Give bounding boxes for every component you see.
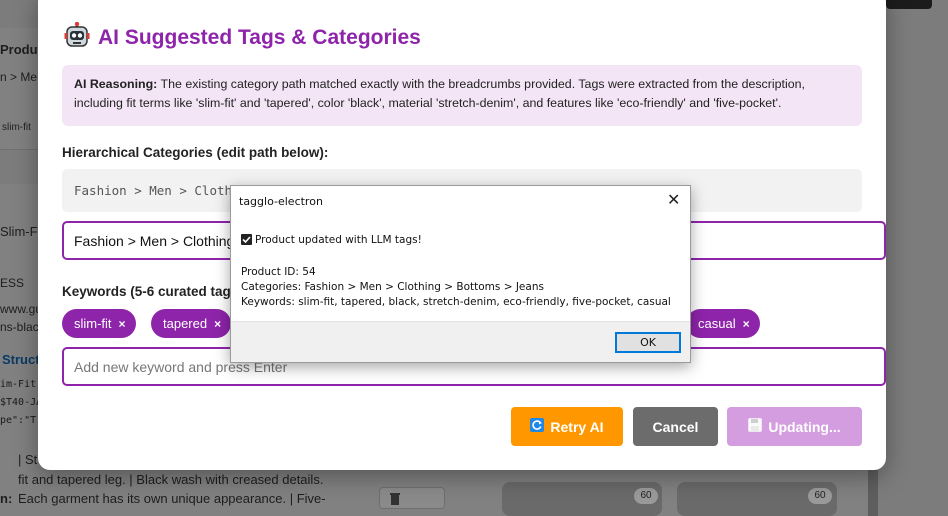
tag-label: slim-fit (74, 316, 112, 331)
ok-button[interactable]: OK (615, 332, 681, 353)
tag-label: tapered (163, 316, 208, 331)
background-desc-1: | St (18, 452, 38, 467)
modal-title-text: AI Suggested Tags & Categories (98, 25, 421, 49)
background-ess: ESS (0, 276, 25, 290)
message-dialog: tagglo-electron ✕ Product updated with L… (230, 185, 691, 363)
background-struct-heading: Struct (2, 352, 40, 367)
retry-ai-label: Retry AI (550, 418, 604, 435)
dialog-product-id: Product ID: 54 (241, 266, 316, 278)
background-chip: slim-fit (2, 122, 31, 133)
background-badge-2: 60 (808, 488, 832, 504)
cancel-label: Cancel (652, 418, 699, 435)
update-button[interactable]: Updating... (727, 407, 862, 446)
background-badge-1: 60 (634, 488, 658, 504)
cancel-button[interactable]: Cancel (633, 407, 718, 446)
dialog-footer: OK (231, 321, 690, 362)
dialog-body: Product updated with LLM tags! Product I… (241, 233, 671, 310)
background-title-fragment: Slim-Fi (0, 224, 41, 239)
modal-title: AI Suggested Tags & Categories (64, 21, 421, 53)
dialog-message-text: Product updated with LLM tags! (255, 234, 422, 246)
tag-chip: tapered × (151, 309, 232, 338)
background-trash-button (379, 487, 445, 509)
keywords-label: Keywords (5-6 curated tags) (62, 284, 243, 299)
background-code-1: im-Fit (0, 379, 37, 390)
dialog-message: Product updated with LLM tags! (241, 233, 671, 250)
retry-ai-button[interactable]: Retry AI (511, 407, 623, 446)
trash-icon (390, 493, 400, 505)
dialog-keywords: Keywords: slim-fit, tapered, black, stre… (241, 296, 671, 308)
background-scrollbar (868, 470, 878, 516)
update-label: Updating... (768, 418, 841, 435)
dialog-title: tagglo-electron (239, 195, 323, 208)
ai-reasoning-label: AI Reasoning: (74, 77, 158, 91)
tag-label: casual (698, 316, 736, 331)
background-desc-2: fit and tapered leg. | Black wash with c… (18, 472, 324, 487)
ai-reasoning-text: The existing category path matched exact… (74, 77, 805, 110)
remove-tag-icon[interactable]: × (119, 317, 126, 331)
remove-tag-icon[interactable]: × (214, 317, 221, 331)
robot-icon (64, 21, 90, 53)
close-icon[interactable]: ✕ (667, 193, 680, 209)
tag-chip: slim-fit × (62, 309, 136, 338)
remove-tag-icon[interactable]: × (743, 317, 750, 331)
checkbox-icon (241, 234, 252, 250)
background-product-heading: Produ (0, 42, 38, 57)
background-code-2: $T40-JA (0, 397, 43, 408)
tag-chip: casual × (686, 309, 760, 338)
background-code-3: pe":"T (0, 415, 37, 426)
refresh-icon (530, 418, 545, 435)
ai-reasoning-box: AI Reasoning: The existing category path… (62, 65, 862, 126)
background-breadcrumb: n > Me (0, 70, 38, 84)
background-top-button (886, 0, 932, 9)
dialog-categories: Categories: Fashion > Men > Clothing > B… (241, 281, 544, 293)
background-desc-3: Each garment has its own unique appearan… (18, 491, 326, 506)
background-desc-label: n: (0, 491, 13, 506)
floppy-disk-icon (748, 418, 763, 435)
categories-label: Hierarchical Categories (edit path below… (62, 145, 329, 160)
